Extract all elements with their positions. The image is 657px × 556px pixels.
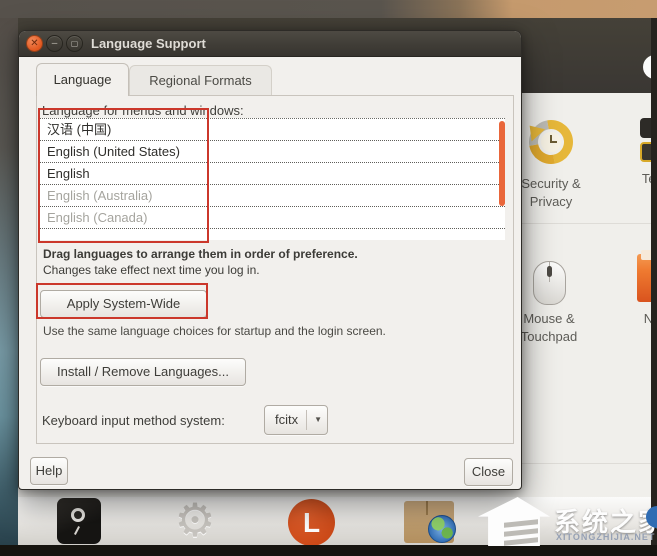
backup-safe-icon[interactable] bbox=[57, 498, 101, 544]
settings-item-text-entry[interactable]: Tex bbox=[622, 170, 651, 188]
keyboard-input-method-label: Keyboard input method system: bbox=[42, 413, 225, 428]
tab-regional-formats[interactable]: Regional Formats bbox=[129, 65, 272, 95]
settings-item-network[interactable]: Ne bbox=[622, 310, 651, 328]
landscape-icon[interactable]: L bbox=[288, 499, 335, 545]
screen-right-edge bbox=[651, 18, 657, 545]
desktop-screen: Security & Privacy Tex Mouse & Touchpad … bbox=[0, 0, 657, 556]
security-privacy-icon[interactable] bbox=[527, 118, 575, 168]
dialog-titlebar[interactable]: ✕ – ▢ Language Support bbox=[19, 31, 521, 57]
watermark-house-icon bbox=[478, 497, 550, 546]
watermark: 系统之家 XITONGZHIJIA.NET bbox=[470, 494, 657, 549]
close-window-icon[interactable]: ✕ bbox=[26, 35, 43, 52]
dropdown-value: fcitx bbox=[275, 412, 298, 427]
wallpaper-top-strip bbox=[0, 0, 657, 18]
close-button[interactable]: Close bbox=[464, 458, 513, 486]
language-support-dialog: ✕ – ▢ Language Support Language Regional… bbox=[18, 30, 522, 490]
list-scrollbar[interactable] bbox=[499, 121, 505, 206]
gear-icon[interactable]: ⚙ bbox=[172, 496, 218, 544]
chevron-down-icon: ▼ bbox=[314, 406, 322, 434]
security-clock bbox=[541, 132, 561, 152]
software-box-icon[interactable] bbox=[404, 501, 454, 543]
annotation-box-apply-button bbox=[36, 283, 208, 319]
watermark-site-url: XITONGZHIJIA.NET bbox=[556, 532, 655, 542]
globe-icon bbox=[428, 515, 456, 543]
annotation-box-language-list bbox=[38, 108, 209, 243]
help-button[interactable]: Help bbox=[30, 457, 68, 485]
drag-hint: Changes take effect next time you log in… bbox=[43, 263, 260, 277]
dialog-title: Language Support bbox=[91, 36, 206, 51]
wallpaper-left-strip bbox=[0, 18, 18, 556]
network-icon[interactable] bbox=[637, 254, 651, 302]
text-entry-icon[interactable] bbox=[638, 116, 651, 166]
minimize-window-icon[interactable]: – bbox=[46, 35, 63, 52]
keyboard-input-method-dropdown[interactable]: fcitx ▼ bbox=[264, 405, 328, 435]
install-remove-languages-button[interactable]: Install / Remove Languages... bbox=[40, 358, 246, 386]
mouse-touchpad-icon[interactable] bbox=[533, 261, 566, 305]
tab-language[interactable]: Language bbox=[36, 63, 129, 96]
apply-hint: Use the same language choices for startu… bbox=[43, 324, 386, 338]
drag-hint-bold: Drag languages to arrange them in order … bbox=[43, 247, 358, 261]
maximize-window-icon[interactable]: ▢ bbox=[66, 35, 83, 52]
